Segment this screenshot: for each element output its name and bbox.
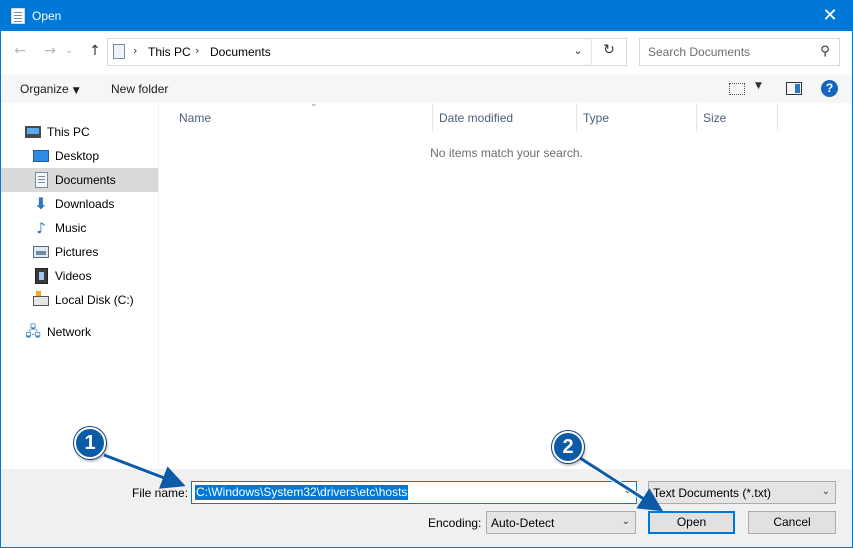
navigation-pane: This PC Desktop Documents ⬇ Downloads ♪ …	[1, 103, 159, 469]
column-header-name[interactable]: ⌄ Name	[173, 99, 433, 131]
sidebar-item-documents[interactable]: Documents	[1, 168, 158, 192]
chevron-down-icon: ⌄	[821, 486, 830, 497]
column-header-size[interactable]: Size	[697, 103, 778, 131]
breadcrumb-this-pc[interactable]: This PC	[148, 45, 191, 59]
preview-pane-icon[interactable]	[786, 82, 802, 95]
this-pc-icon	[25, 126, 41, 138]
file-type-select[interactable]: Text Documents (*.txt) ⌄	[648, 481, 836, 504]
command-bar: Organize ▼ New folder ▼ ?	[1, 75, 852, 103]
change-view-button[interactable]: ▼	[729, 81, 769, 97]
sidebar-item-label: Videos	[55, 269, 92, 283]
encoding-select[interactable]: Auto-Detect ⌄	[486, 511, 636, 534]
address-dropdown-icon[interactable]: ⌄	[569, 44, 587, 57]
column-header-label: Type	[583, 111, 610, 125]
file-name-input[interactable]: C:\Windows\System32\drivers\etc\hosts ⌄	[191, 481, 637, 504]
title-bar: Open ✕	[1, 1, 852, 31]
sort-indicator-icon: ⌄	[310, 99, 318, 109]
new-folder-button[interactable]: New folder	[111, 82, 168, 96]
breadcrumb-separator-icon: ›	[133, 44, 138, 57]
pictures-icon	[33, 246, 49, 258]
sidebar-item-label: Network	[47, 325, 92, 339]
sidebar-item-label: Desktop	[55, 149, 100, 163]
file-name-value[interactable]: C:\Windows\System32\drivers\etc\hosts	[195, 485, 409, 500]
sidebar-item-label: Documents	[55, 173, 116, 187]
encoding-label: Encoding:	[428, 516, 482, 530]
address-bar[interactable]: › This PC › Documents ⌄ ↻	[107, 38, 627, 66]
search-box[interactable]: ⚲	[639, 38, 840, 66]
sidebar-item-desktop[interactable]: Desktop	[1, 144, 158, 168]
column-header-date-modified[interactable]: Date modified	[433, 103, 577, 131]
file-name-label: File name:	[132, 486, 189, 500]
sidebar-item-label: Downloads	[55, 197, 115, 211]
sidebar-item-network[interactable]: 🖧 Network	[1, 320, 158, 344]
recent-locations-button[interactable]: ⌄	[63, 41, 75, 61]
file-type-value: Text Documents (*.txt)	[653, 486, 772, 500]
column-header-label: Date modified	[439, 111, 514, 125]
videos-icon	[35, 268, 48, 284]
view-details-icon	[729, 83, 745, 95]
open-button[interactable]: Open	[648, 511, 735, 534]
file-dialog-footer: File name: C:\Windows\System32\drivers\e…	[1, 469, 852, 547]
column-header-label: Name	[179, 111, 212, 125]
sidebar-item-label: Pictures	[55, 245, 99, 259]
sidebar-item-label: This PC	[47, 125, 90, 139]
documents-location-icon	[113, 44, 125, 59]
cancel-button[interactable]: Cancel	[748, 511, 836, 534]
chevron-down-icon: ⌄	[621, 516, 630, 527]
refresh-icon[interactable]: ↻	[598, 42, 620, 58]
sidebar-item-music[interactable]: ♪ Music	[1, 216, 158, 240]
documents-icon	[35, 172, 48, 188]
annotation-marker-1: 1	[74, 427, 106, 459]
organize-label: Organize	[20, 82, 69, 96]
up-button[interactable]: ↑	[85, 41, 105, 61]
search-icon[interactable]: ⚲	[817, 44, 833, 60]
organize-button[interactable]: Organize ▼	[20, 82, 80, 96]
open-dialog: Open ✕ ← → ⌄ ↑ › This PC › Documents ⌄ ↻…	[0, 0, 853, 548]
annotation-marker-2: 2	[552, 431, 584, 463]
address-divider	[591, 39, 592, 65]
music-icon: ♪	[36, 219, 46, 237]
back-button[interactable]: ←	[10, 41, 30, 61]
forward-button[interactable]: →	[40, 41, 60, 61]
notepad-icon	[11, 8, 25, 24]
window-title: Open	[32, 9, 62, 23]
network-icon: 🖧	[25, 324, 41, 340]
close-button[interactable]: ✕	[808, 1, 852, 31]
sidebar-item-local-disk[interactable]: Local Disk (C:)	[1, 288, 158, 312]
sidebar-item-pictures[interactable]: Pictures	[1, 240, 158, 264]
breadcrumb-separator-icon: ›	[195, 44, 200, 57]
local-disk-icon	[33, 291, 49, 306]
encoding-value: Auto-Detect	[491, 516, 555, 530]
sidebar-item-label: Music	[55, 221, 87, 235]
chevron-down-icon: ▼	[72, 86, 80, 96]
file-list[interactable]: ⌄ Name Date modified Type Size No items …	[161, 99, 852, 469]
downloads-icon: ⬇	[34, 194, 48, 213]
sidebar-item-this-pc[interactable]: This PC	[1, 120, 158, 144]
breadcrumb-documents[interactable]: Documents	[210, 45, 271, 59]
empty-message: No items match your search.	[430, 146, 583, 160]
desktop-icon	[33, 150, 49, 162]
sidebar-item-videos[interactable]: Videos	[1, 264, 158, 288]
column-header-type[interactable]: Type	[577, 103, 697, 131]
chevron-down-icon[interactable]: ⌄	[624, 485, 632, 496]
search-input[interactable]	[640, 39, 815, 65]
help-icon[interactable]: ?	[821, 80, 838, 97]
column-header-label: Size	[703, 111, 727, 125]
sidebar-item-downloads[interactable]: ⬇ Downloads	[1, 192, 158, 216]
sidebar-item-label: Local Disk (C:)	[55, 293, 134, 307]
chevron-down-icon: ▼	[755, 81, 762, 91]
